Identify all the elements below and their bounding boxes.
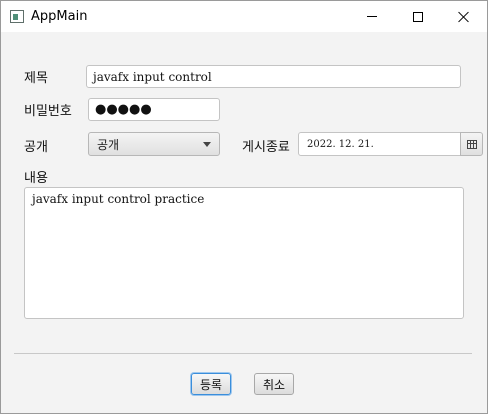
password-label: 비밀번호 bbox=[24, 104, 72, 119]
maximize-button[interactable] bbox=[395, 1, 441, 32]
date-picker-button[interactable] bbox=[460, 132, 483, 156]
minimize-icon bbox=[367, 16, 377, 17]
minimize-button[interactable] bbox=[349, 1, 395, 32]
visibility-label: 공개 bbox=[24, 140, 48, 155]
divider bbox=[14, 353, 472, 354]
app-window: AppMain 제목 javafx input control 비밀번호 ●●●… bbox=[0, 0, 488, 414]
close-icon bbox=[458, 11, 470, 23]
visibility-combobox[interactable]: 공개 bbox=[88, 132, 220, 156]
window-title: AppMain bbox=[31, 9, 88, 24]
title-label: 제목 bbox=[24, 71, 48, 86]
cancel-button[interactable]: 취소 bbox=[254, 373, 294, 395]
register-button[interactable]: 등록 bbox=[191, 373, 231, 395]
maximize-icon bbox=[413, 11, 423, 22]
visibility-selected-value: 공개 bbox=[97, 137, 120, 152]
app-window-icon bbox=[10, 10, 24, 23]
calendar-icon bbox=[466, 139, 477, 149]
end-date-label: 게시종료 bbox=[242, 140, 290, 155]
title-bar[interactable]: AppMain bbox=[1, 1, 487, 32]
title-input[interactable]: javafx input control bbox=[86, 65, 461, 88]
end-date-input[interactable]: 2022. 12. 21. bbox=[298, 132, 461, 156]
content-textarea[interactable]: javafx input control practice bbox=[24, 187, 464, 319]
close-button[interactable] bbox=[441, 1, 487, 32]
password-field[interactable]: ●●●●● bbox=[88, 98, 220, 121]
content-label: 내용 bbox=[24, 171, 48, 186]
chevron-down-icon bbox=[203, 142, 211, 147]
